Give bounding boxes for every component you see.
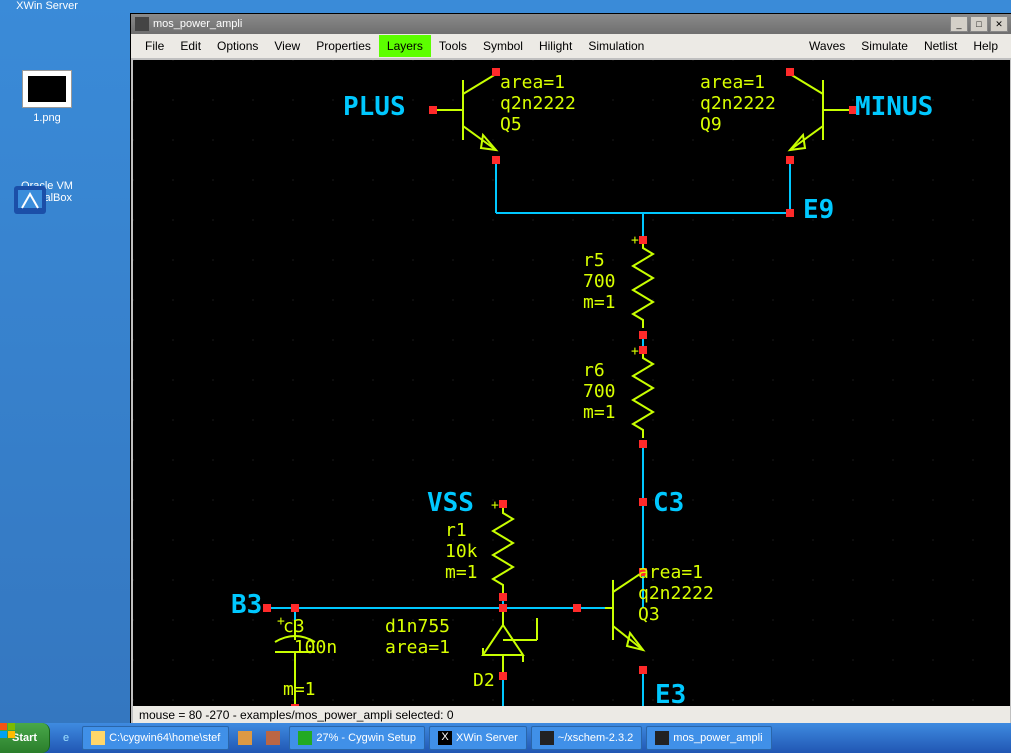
titlebar[interactable]: mos_power_ampli _ □ ✕ (131, 14, 1011, 34)
menu-waves[interactable]: Waves (801, 35, 853, 57)
menu-simulate[interactable]: Simulate (853, 35, 916, 57)
net-minus: MINUS (855, 92, 933, 122)
windows-logo-icon (0, 723, 16, 739)
app-icon (238, 731, 252, 745)
menu-layers[interactable]: Layers (379, 35, 431, 57)
terminal-icon (540, 731, 554, 745)
menu-symbol[interactable]: Symbol (475, 35, 531, 57)
app-icon (135, 17, 149, 31)
r6-label: r6 700 m=1 (583, 360, 616, 423)
menu-tools[interactable]: Tools (431, 35, 475, 57)
ie-icon: e (63, 732, 69, 744)
desktop-icon-virtualbox[interactable]: Oracle VMVirtualBox (10, 180, 84, 204)
task-xwin[interactable]: XXWin Server (429, 726, 527, 750)
task-ampli[interactable]: mos_power_ampli (646, 726, 771, 750)
quicklaunch-app2[interactable] (261, 727, 285, 749)
task-cygwin[interactable]: 27% - Cygwin Setup (289, 726, 425, 750)
q3-label: area=1 q2n2222 Q3 (638, 562, 714, 625)
menu-options[interactable]: Options (209, 35, 266, 57)
net-plus: PLUS (343, 92, 406, 122)
menu-help[interactable]: Help (965, 35, 1006, 57)
folder-icon (91, 731, 105, 745)
app-icon (266, 731, 280, 745)
xschem-icon (655, 731, 669, 745)
d2-label-b: D2 (473, 670, 495, 691)
image-thumb-icon (22, 70, 72, 108)
net-e3: E3 (655, 680, 686, 708)
start-button[interactable]: Start (0, 723, 50, 753)
net-b3: B3 (231, 590, 262, 620)
schematic-canvas[interactable]: PLUS MINUS E9 C3 E3 B3 VSS area=1 q2n222… (133, 60, 1010, 708)
desktop-icon-png[interactable]: 1.png (10, 70, 84, 124)
r1-plus: + (491, 498, 499, 513)
net-e9: E9 (803, 195, 834, 225)
menu-file[interactable]: File (137, 35, 172, 57)
cygwin-icon (298, 731, 312, 745)
desktop-xwin-label: XWin Server (10, 0, 84, 12)
c3-plus: + (277, 614, 285, 629)
maximize-button[interactable]: □ (970, 16, 988, 32)
d2-label-a: d1n755 area=1 (385, 616, 450, 658)
schematic-svg (133, 60, 1010, 708)
q9-label: area=1 q2n2222 Q9 (700, 72, 776, 135)
taskbar: Start e C:\cygwin64\home\stef 27% - Cygw… (0, 723, 1011, 753)
c3-label: c3 100n m=1 (283, 616, 337, 700)
r5-plus: + (631, 233, 639, 248)
q5-label: area=1 q2n2222 Q5 (500, 72, 576, 135)
menubar: File Edit Options View Properties Layers… (131, 34, 1011, 58)
r1-label: r1 10k m=1 (445, 520, 478, 583)
quicklaunch-ie[interactable]: e (54, 727, 78, 749)
task-explorer[interactable]: C:\cygwin64\home\stef (82, 726, 229, 750)
task-xschem[interactable]: ~/xschem-2.3.2 (531, 726, 643, 750)
app-window: mos_power_ampli _ □ ✕ File Edit Options … (130, 13, 1011, 733)
menu-netlist[interactable]: Netlist (916, 35, 965, 57)
menu-view[interactable]: View (266, 35, 308, 57)
virtualbox-icon (10, 180, 50, 220)
menu-hilight[interactable]: Hilight (531, 35, 580, 57)
net-c3: C3 (653, 488, 684, 518)
net-vss: VSS (427, 488, 474, 518)
quicklaunch-app1[interactable] (233, 727, 257, 749)
menu-simulation[interactable]: Simulation (580, 35, 652, 57)
r5-label: r5 700 m=1 (583, 250, 616, 313)
window-title: mos_power_ampli (153, 18, 242, 30)
menu-properties[interactable]: Properties (308, 35, 379, 57)
menu-edit[interactable]: Edit (172, 35, 209, 57)
x-icon: X (438, 731, 452, 745)
close-button[interactable]: ✕ (990, 16, 1008, 32)
r6-plus: + (631, 344, 639, 359)
minimize-button[interactable]: _ (950, 16, 968, 32)
